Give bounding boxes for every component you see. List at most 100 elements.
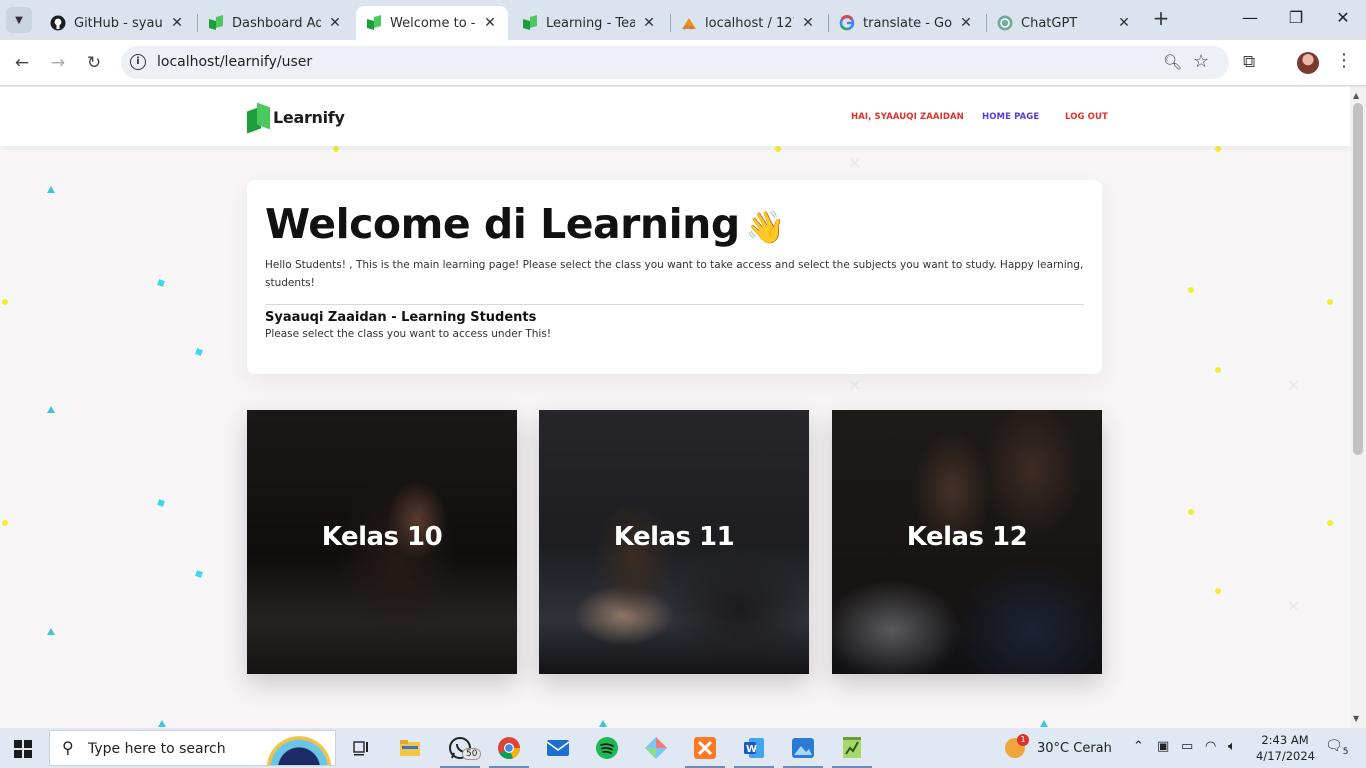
tab-learning-teacher[interactable]: Learning - Teach ✕: [512, 6, 667, 40]
zoom-icon[interactable]: 🔍︎: [1163, 53, 1182, 71]
windows-taskbar: ⚲ Type here to search 50 W 1 30°C Cerah …: [0, 728, 1366, 768]
close-icon[interactable]: ✕: [169, 15, 185, 31]
address-bar[interactable]: i localhost/learnify/user 🔍︎ ☆: [121, 46, 1229, 79]
clock-date: 4/17/2024: [1256, 749, 1315, 763]
class-card-kelas-12[interactable]: Kelas 12: [832, 410, 1102, 674]
weather-sun-icon: 1: [1005, 734, 1029, 758]
chevron-up-icon[interactable]: ⌃: [1133, 739, 1144, 754]
more-menu-icon[interactable]: ⋮: [1335, 50, 1353, 71]
scroll-down-arrow-icon[interactable]: ▼: [1353, 714, 1359, 723]
nav-logout-link[interactable]: LOG OUT: [1065, 112, 1108, 122]
close-icon[interactable]: ✕: [1116, 15, 1132, 31]
whatsapp-icon[interactable]: 50: [440, 734, 482, 768]
student-name: Syaauqi Zaaidan - Learning Students: [265, 310, 537, 325]
forward-button[interactable]: →: [46, 51, 70, 75]
close-icon[interactable]: ✕: [482, 15, 498, 31]
whatsapp-unread-badge: 50: [462, 748, 482, 760]
tab-title: ChatGPT: [1021, 15, 1078, 31]
learnify-logo-icon: [247, 102, 271, 134]
volume-icon[interactable]: 🔈︎: [1228, 739, 1236, 754]
chatgpt-icon: [997, 15, 1013, 31]
wifi-icon[interactable]: ◠: [1205, 739, 1216, 754]
file-explorer-icon[interactable]: [396, 734, 424, 762]
welcome-card: Welcome di Learning 👋 Hello Students! , T…: [247, 180, 1102, 374]
taskbar-search-box[interactable]: ⚲ Type here to search: [49, 730, 336, 766]
tab-welcome-active[interactable]: Welcome to - Sy ✕: [356, 6, 508, 40]
tab-dashboard-admin[interactable]: Dashboard Adm ✕: [198, 6, 353, 40]
bookmark-star-icon[interactable]: ☆: [1193, 51, 1209, 72]
class-card-kelas-11[interactable]: Kelas 11: [539, 410, 809, 674]
google-icon: [839, 15, 855, 31]
clock-time: 2:43 AM: [1261, 733, 1309, 747]
scroll-up-arrow-icon[interactable]: ▲: [1353, 91, 1359, 100]
windows-start-icon[interactable]: [14, 740, 32, 758]
learnify-icon: [366, 15, 382, 31]
xampp-icon[interactable]: [685, 734, 725, 768]
site-info-icon[interactable]: i: [130, 54, 146, 70]
search-highlight-image: [264, 731, 334, 765]
weather-alert-badge: 1: [1017, 734, 1029, 746]
task-view-icon[interactable]: [347, 734, 375, 762]
photos-icon[interactable]: [783, 734, 823, 768]
tab-github[interactable]: GitHub - syauqi/ ✕: [40, 6, 195, 40]
reload-button[interactable]: ↻: [82, 51, 106, 75]
divider: [265, 304, 1084, 305]
tab-title: localhost / 127.0: [705, 15, 794, 31]
tab-title: GitHub - syauqi/: [74, 15, 163, 31]
mail-icon[interactable]: [544, 734, 572, 762]
browser-toolbar: ← → ↻ i localhost/learnify/user 🔍︎ ☆ ⧉ ⋮: [0, 40, 1366, 86]
page-viewport: ✕ ✕ ✕ ✕ Learnify HAI, SYAAUQI ZAAIDAN HO…: [0, 87, 1350, 728]
chevron-down-icon: ▼: [15, 14, 23, 26]
learnify-icon: [208, 15, 224, 31]
waving-hand-icon: 👋: [745, 208, 786, 246]
tab-title: Dashboard Adm: [232, 15, 321, 31]
meet-now-icon[interactable]: ▣: [1157, 739, 1169, 754]
class-select-hint: Please select the class you want to acce…: [265, 328, 552, 340]
minimize-button[interactable]: —: [1238, 8, 1262, 27]
svg-text:php: php: [684, 25, 694, 31]
learnify-icon: [522, 15, 538, 31]
welcome-title-text: Welcome di Learning: [265, 200, 740, 248]
word-icon[interactable]: W: [734, 734, 774, 768]
profile-avatar[interactable]: [1297, 52, 1319, 74]
nav-home-page-link[interactable]: HOME PAGE: [982, 112, 1039, 122]
close-icon[interactable]: ✕: [327, 15, 343, 31]
notification-center-icon[interactable]: 🗨︎5: [1325, 738, 1349, 757]
notepad-plus-icon[interactable]: [832, 734, 872, 768]
close-icon[interactable]: ✕: [800, 15, 816, 31]
chrome-icon[interactable]: [489, 734, 529, 768]
site-navbar: Learnify HAI, SYAAUQI ZAAIDAN HOME PAGE …: [0, 87, 1350, 146]
page-scrollbar[interactable]: ▲ ▼: [1350, 87, 1366, 728]
spotify-icon[interactable]: [593, 734, 621, 762]
app-diamond-icon[interactable]: [642, 734, 670, 762]
tab-google-translate[interactable]: translate - Goog ✕: [829, 6, 984, 40]
restore-button[interactable]: ❐: [1284, 8, 1308, 27]
welcome-description: Hello Students! , This is the main learn…: [265, 259, 1084, 289]
new-tab-button[interactable]: +: [1150, 8, 1172, 30]
github-icon: [50, 15, 66, 31]
brand-logo-link[interactable]: Learnify: [247, 102, 345, 134]
svg-text:W: W: [746, 744, 757, 755]
tab-search-button[interactable]: ▼: [6, 7, 32, 33]
weather-text: 30°C Cerah: [1037, 740, 1112, 756]
search-placeholder: Type here to search: [88, 741, 226, 757]
system-clock[interactable]: 2:43 AM 4/17/2024: [1256, 732, 1315, 764]
url-text[interactable]: localhost/learnify/user: [157, 54, 312, 70]
back-button[interactable]: ←: [10, 51, 34, 75]
weather-widget[interactable]: 1 30°C Cerah: [1005, 734, 1112, 758]
page-title: Welcome di Learning 👋: [265, 200, 786, 248]
class-card-kelas-10[interactable]: Kelas 10: [247, 410, 517, 674]
extensions-icon[interactable]: ⧉: [1243, 52, 1255, 72]
tab-phpmyadmin[interactable]: php localhost / 127.0 ✕: [671, 6, 826, 40]
scrollbar-thumb[interactable]: [1353, 103, 1363, 455]
nav-greeting[interactable]: HAI, SYAAUQI ZAAIDAN: [851, 112, 964, 122]
close-window-button[interactable]: ✕: [1331, 8, 1355, 27]
tab-title: Welcome to - Sy: [390, 15, 476, 31]
battery-icon[interactable]: ▭: [1181, 739, 1193, 754]
close-icon[interactable]: ✕: [958, 15, 974, 31]
phpmyadmin-icon: php: [681, 15, 697, 31]
close-icon[interactable]: ✕: [641, 15, 657, 31]
tab-chatgpt[interactable]: ChatGPT ✕: [987, 6, 1142, 40]
tab-title: Learning - Teach: [546, 15, 635, 31]
search-icon: ⚲: [62, 738, 74, 757]
